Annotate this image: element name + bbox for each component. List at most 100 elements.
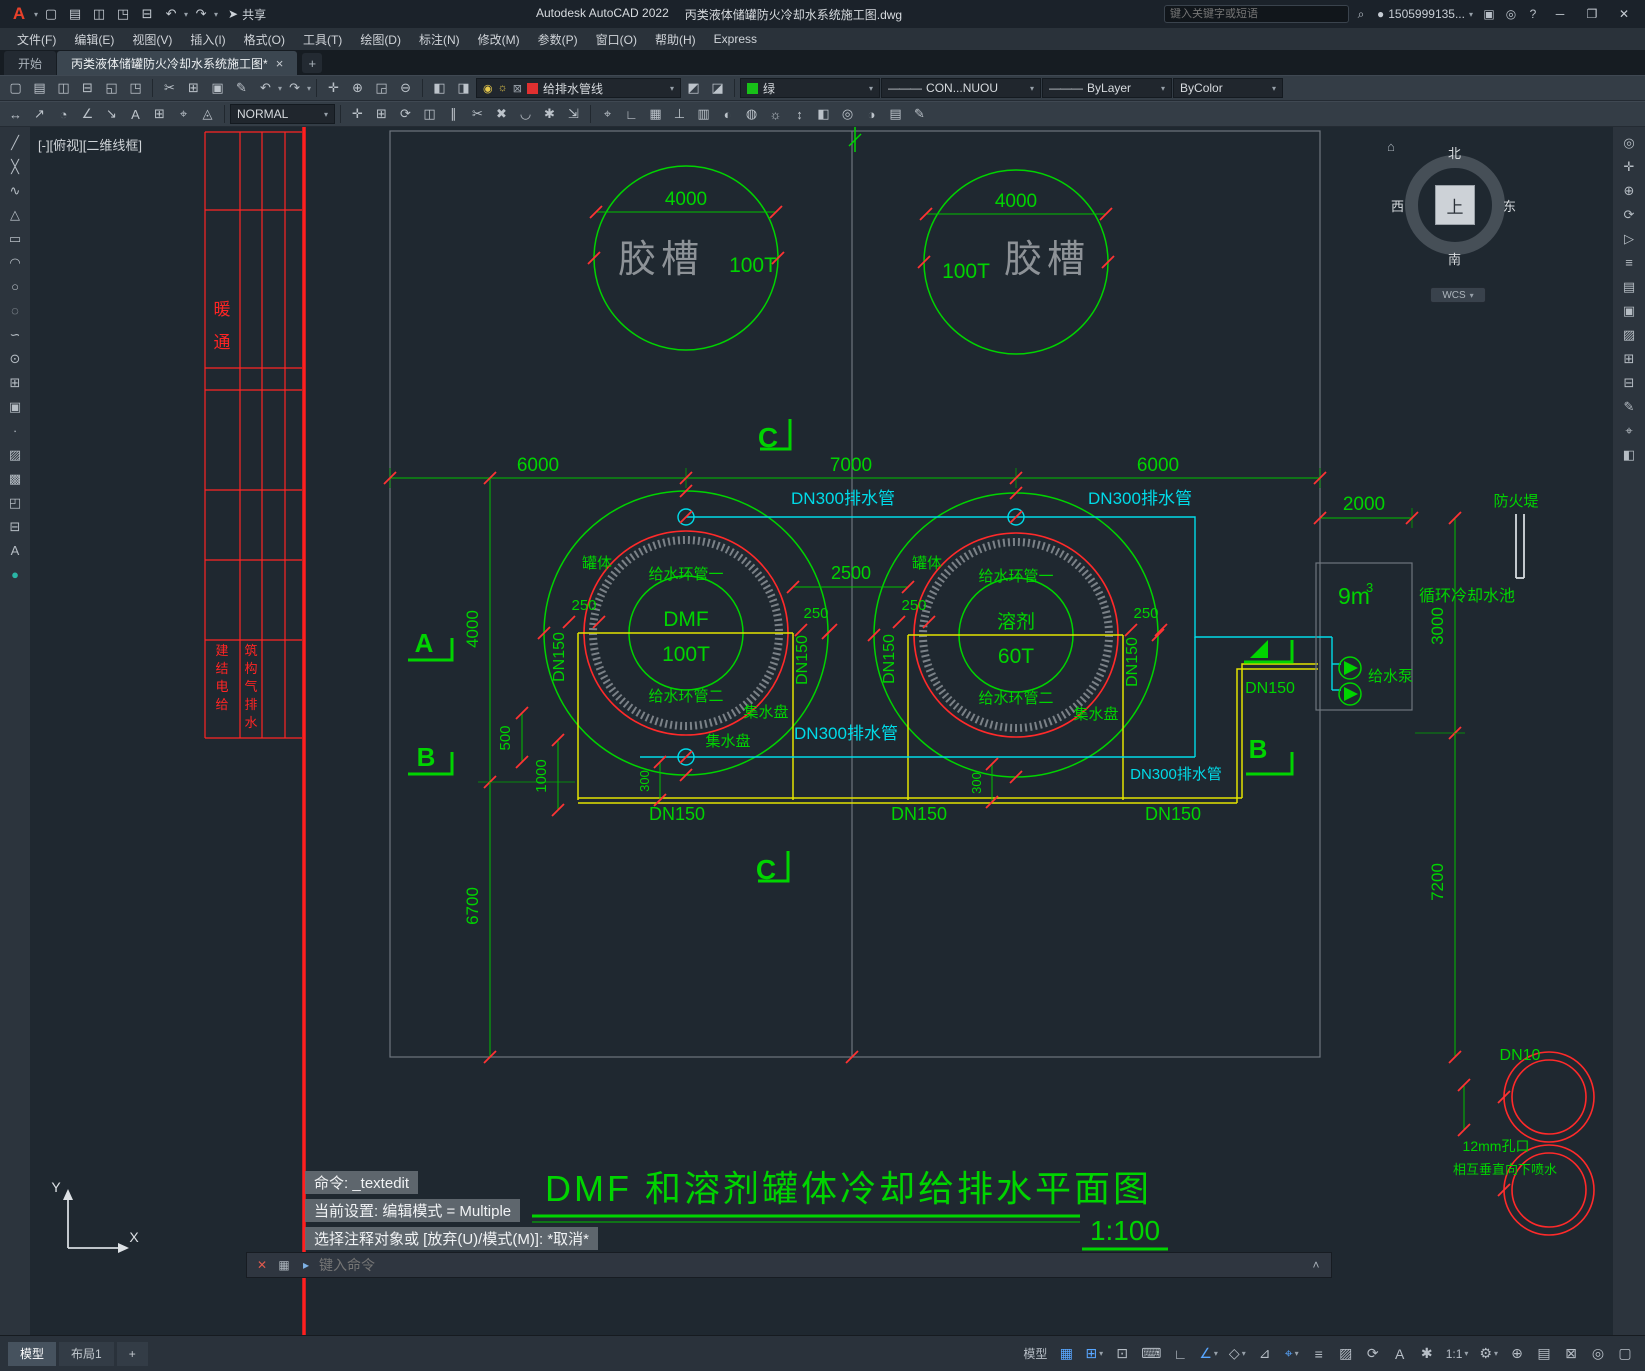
discipline-char[interactable]: 排 [244, 697, 257, 712]
infer-constraints-icon[interactable]: ⊡ [1110, 1342, 1134, 1366]
tb-redo-caret-icon[interactable]: ▾ [307, 84, 311, 93]
xline-tool-icon[interactable]: ╳ [3, 155, 27, 178]
explode-tool-icon[interactable]: ✱ [538, 103, 561, 125]
dim-label[interactable]: 250 [901, 597, 926, 614]
undo-caret-icon[interactable]: ▾ [184, 10, 188, 19]
layer-control-dropdown[interactable]: ◉ ☼ ⊠ 给排水管线 ▾ [476, 78, 682, 98]
glue-tank-label[interactable]: 胶槽 [1004, 239, 1090, 281]
annotation-monitor-icon[interactable]: ⊕ [1505, 1342, 1529, 1366]
linetype-dropdown-caret-icon[interactable]: ▾ [1024, 84, 1034, 93]
dn150-label[interactable]: DN150 [551, 632, 568, 682]
layer-on-bulb-icon[interactable]: ◉ [483, 82, 493, 95]
region-tool-icon[interactable]: ◰ [3, 491, 27, 514]
viewcube-south[interactable]: 南 [1448, 249, 1461, 268]
line-tool-icon[interactable]: ╱ [3, 131, 27, 154]
collect-pan-label[interactable]: 集水盘 [743, 703, 788, 721]
lights-icon[interactable]: ☼ [764, 103, 787, 125]
sheet-title-block[interactable]: DMF 和溶剂罐体冷却给排水平面图 1:100 [532, 1168, 1168, 1251]
selection-cycling-icon[interactable]: ⟳ [1361, 1342, 1385, 1366]
blocks-panel-icon[interactable]: ▣ [1617, 299, 1641, 322]
clean-screen-icon[interactable]: ▢ [1613, 1342, 1637, 1366]
tb-copy-icon[interactable]: ⊞ [182, 77, 205, 99]
dim-label[interactable]: 3000 [1428, 607, 1447, 645]
tb-matchprop-icon[interactable]: ✎ [230, 77, 253, 99]
point-tool-icon[interactable]: ∙ [3, 419, 27, 442]
shadows-icon[interactable]: ◑ [860, 103, 883, 125]
plotstyle-control-dropdown[interactable]: ByColor ▾ [1173, 78, 1284, 98]
cooling-pool[interactable]: 9m 3 循环冷却水池 给水泵 [1315, 562, 1515, 711]
layer-previous-icon[interactable]: ◪ [706, 77, 729, 99]
redo-button[interactable]: ↷ [190, 3, 212, 25]
menu-parametric[interactable]: 参数(P) [529, 28, 587, 50]
menu-file[interactable]: 文件(F) [8, 28, 65, 50]
mleader-icon[interactable]: ↘ [100, 103, 123, 125]
sheet-title-text[interactable]: DMF 和溶剂罐体冷却给排水平面图 [545, 1168, 1152, 1209]
viewcube-east[interactable]: 东 [1503, 196, 1516, 215]
menu-format[interactable]: 格式(O) [235, 28, 294, 50]
workspace-gear-icon[interactable]: ⚙ ▾ [1475, 1342, 1502, 1366]
hatch-tool-icon[interactable]: ▨ [3, 443, 27, 466]
menu-draw[interactable]: 绘图(D) [351, 28, 410, 50]
color-control-dropdown[interactable]: 绿 ▾ [740, 78, 881, 98]
viewcube[interactable]: ⌂ 北 南 西 东 上 [1387, 139, 1516, 268]
new-file-icon[interactable]: ▢ [40, 3, 62, 25]
annotation-visibility-icon[interactable]: A [1388, 1342, 1412, 1366]
dim-radius-icon[interactable]: ◔ [52, 103, 75, 125]
drawing-canvas[interactable]: [-][俯视][二维线框] ⌂ 北 南 西 东 上 WCS ▾ 4000 胶槽 … [30, 127, 1613, 1335]
tb-redo-icon[interactable]: ↷ [283, 77, 306, 99]
text-style-icon[interactable]: A [124, 103, 147, 125]
new-layout-tab[interactable]: + [116, 1341, 148, 1366]
right-dimensions[interactable]: 2000 3000 7200 [1313, 494, 1465, 1064]
tab-drawing[interactable]: 丙类液体储罐防火冷却水系统施工图* × [57, 51, 298, 75]
trim-tool-icon[interactable]: ✂ [466, 103, 489, 125]
undo-button[interactable]: ↶ [160, 3, 182, 25]
dim-label[interactable]: 7200 [1428, 863, 1447, 901]
tank-capacity[interactable]: 100T [662, 643, 710, 666]
tb-zoom-window-icon[interactable]: ◲ [370, 77, 393, 99]
layers-panel-icon[interactable]: ≡ [1617, 251, 1641, 274]
polygon-tool-icon[interactable]: △ [3, 203, 27, 226]
spray-note-label[interactable]: 相互垂直向下喷水 [1453, 1162, 1557, 1177]
materials-icon[interactable]: ◍ [740, 103, 763, 125]
dn150-label[interactable]: DN150 [794, 635, 811, 685]
ucs-icon[interactable]: ⊥ [668, 103, 691, 125]
tab-close-icon[interactable]: × [276, 56, 284, 71]
named-views-icon[interactable]: ▥ [692, 103, 715, 125]
markup-panel-icon[interactable]: ✎ [1617, 395, 1641, 418]
mirror-tool-icon[interactable]: ◫ [418, 103, 441, 125]
hvac-label[interactable]: 暖 [214, 300, 231, 319]
osnap-settings-icon[interactable]: ⌖ [596, 103, 619, 125]
tank-name[interactable]: 溶剂 [997, 611, 1035, 633]
search-input[interactable] [1169, 8, 1343, 20]
supply-ring1-label[interactable]: 给水环管一 [648, 566, 723, 583]
showmotion-icon[interactable]: ▷ [1617, 227, 1641, 250]
menu-modify[interactable]: 修改(M) [469, 28, 529, 50]
stretch-tool-icon[interactable]: ⇲ [562, 103, 585, 125]
isolate-objects-icon[interactable]: ◎ [1586, 1342, 1610, 1366]
minimize-button[interactable]: ─ [1545, 2, 1575, 26]
erase-tool-icon[interactable]: ✖ [490, 103, 513, 125]
model-tab[interactable]: 模型 [8, 1341, 57, 1366]
dim-label[interactable]: 4000 [995, 191, 1037, 212]
tb-cut-icon[interactable]: ✂ [158, 77, 181, 99]
zoom-extents-icon[interactable]: ⊕ [1617, 179, 1641, 202]
color-swatch-icon[interactable]: ● [3, 563, 27, 586]
menu-express[interactable]: Express [705, 28, 766, 50]
discipline-char[interactable]: 构 [244, 661, 257, 676]
redo-caret-icon[interactable]: ▾ [214, 10, 218, 19]
plot-icon[interactable]: ⊟ [136, 3, 158, 25]
supply-ring2-label[interactable]: 给水环管二 [648, 688, 723, 705]
text-style-dropdown[interactable]: NORMAL ▾ [230, 104, 335, 124]
layer-dropdown-caret-icon[interactable]: ▾ [664, 84, 674, 93]
discipline-char[interactable]: 筑 [244, 643, 257, 658]
dn150-label[interactable]: DN150 [1124, 637, 1141, 687]
dim-label[interactable]: 250 [1133, 605, 1158, 622]
rectangle-tool-icon[interactable]: ▭ [3, 227, 27, 250]
command-customize-icon[interactable]: ▦ [275, 1258, 293, 1272]
measure-panel-icon[interactable]: ⌖ [1617, 419, 1641, 442]
tb-undo-icon[interactable]: ↶ [254, 77, 277, 99]
menu-dimension[interactable]: 标注(N) [410, 28, 469, 50]
dim-label[interactable]: 300 [637, 770, 652, 792]
section-b-label[interactable]: B [417, 742, 436, 772]
arc-tool-icon[interactable]: ◠ [3, 251, 27, 274]
